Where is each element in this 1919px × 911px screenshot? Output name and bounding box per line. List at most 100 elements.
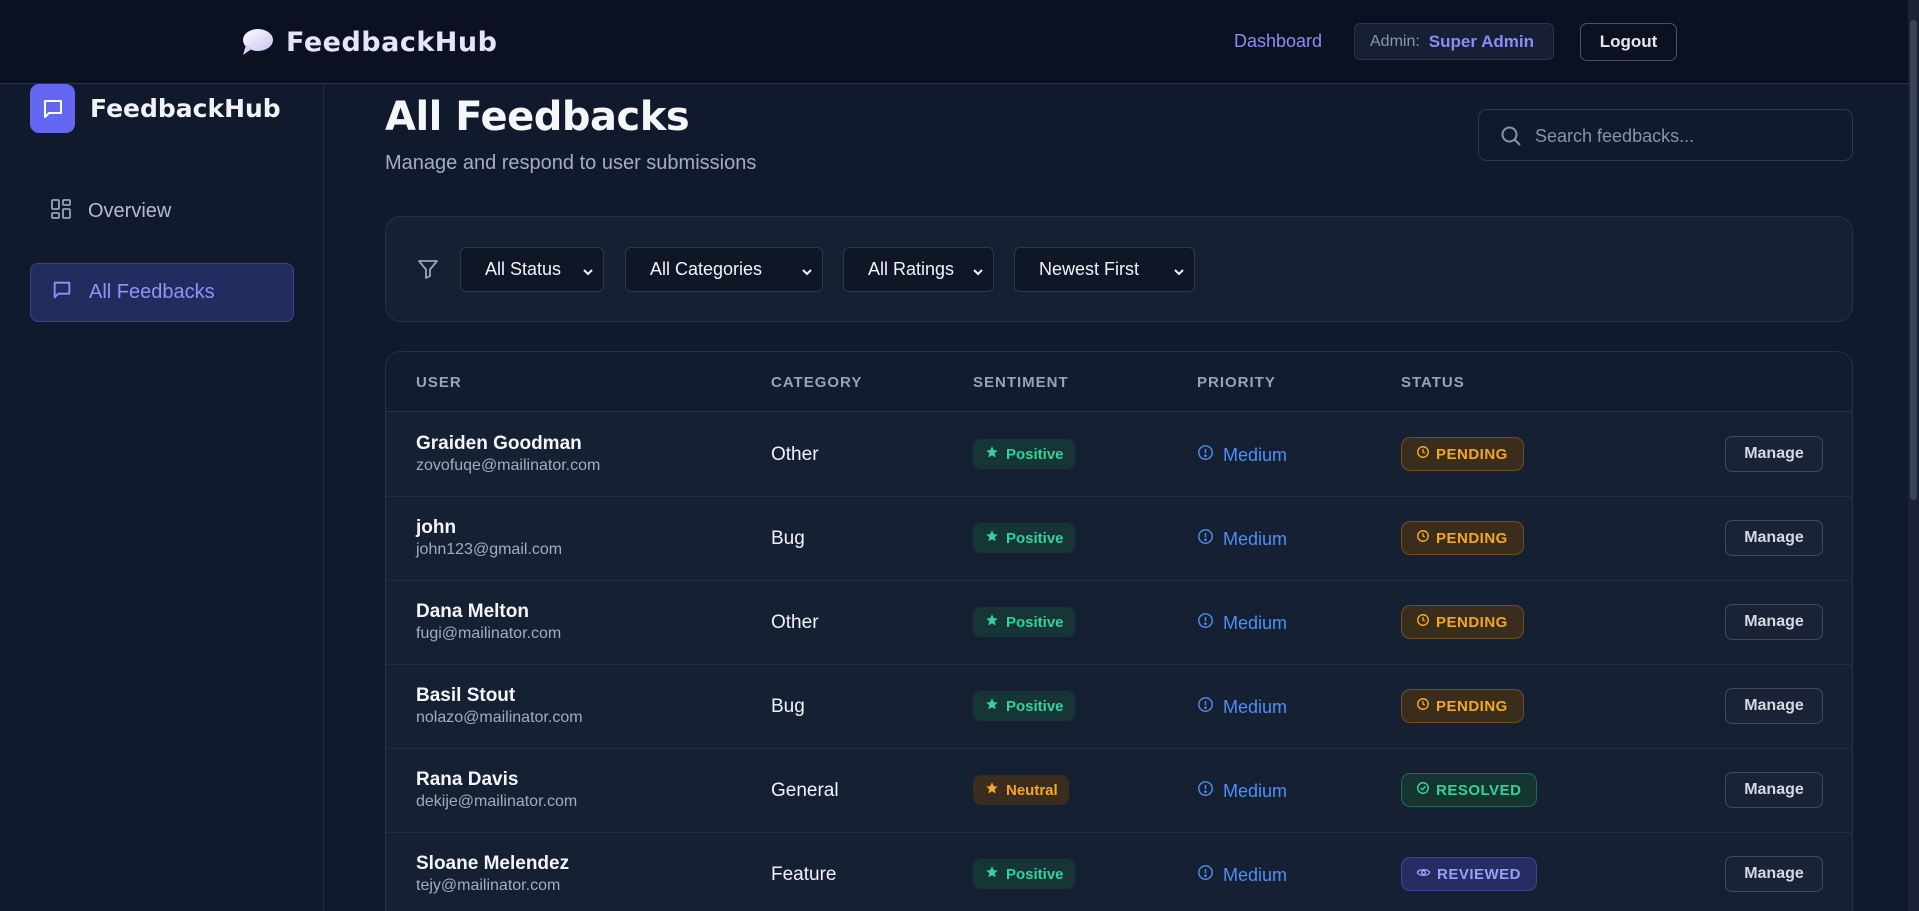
status-badge: REVIEWED xyxy=(1401,857,1538,891)
brand-name: FeedbackHub xyxy=(286,26,498,58)
clock-icon xyxy=(1416,445,1430,463)
sort-select[interactable]: Newest First xyxy=(1014,247,1195,292)
scrollbar-thumb[interactable] xyxy=(1910,20,1917,500)
chevron-down-icon xyxy=(581,263,595,284)
manage-button[interactable]: Manage xyxy=(1725,436,1823,472)
star-icon xyxy=(985,613,999,631)
manage-button[interactable]: Manage xyxy=(1725,688,1823,724)
rating-filter-value: All Ratings xyxy=(868,259,955,279)
sentiment-badge: Positive xyxy=(973,607,1075,637)
priority-label: Medium xyxy=(1223,528,1288,549)
page-scrollbar[interactable] xyxy=(1908,0,1919,911)
star-icon xyxy=(985,445,999,463)
manage-button[interactable]: Manage xyxy=(1725,856,1823,892)
user-email: fugi@mailinator.com xyxy=(416,625,562,642)
status-label: PENDING xyxy=(1436,445,1508,463)
sidebar-logo-icon xyxy=(30,84,75,133)
user-name: Rana Davis xyxy=(416,769,519,790)
sentiment-label: Positive xyxy=(1006,529,1064,547)
status-badge: RESOLVED xyxy=(1401,773,1538,807)
feedback-table: USER CATEGORY SENTIMENT PRIORITY STATUS … xyxy=(385,351,1853,911)
category-filter-select[interactable]: All Categories xyxy=(625,247,823,292)
star-icon xyxy=(985,781,999,799)
status-label: PENDING xyxy=(1436,697,1508,715)
sidebar-item-all-feedbacks[interactable]: All Feedbacks xyxy=(30,263,294,322)
status-label: PENDING xyxy=(1436,613,1508,631)
user-name: Sloane Melendez xyxy=(416,853,570,874)
column-header-category: CATEGORY xyxy=(771,374,863,391)
sidebar-brand: FeedbackHub xyxy=(90,94,281,123)
brand-logo-link[interactable]: FeedbackHub xyxy=(240,24,497,60)
user-email: dekije@mailinator.com xyxy=(416,793,578,810)
priority-indicator: Medium xyxy=(1197,528,1287,550)
table-row: Graiden Goodman zovofuqe@mailinator.com Ot… xyxy=(386,413,1852,497)
manage-button[interactable]: Manage xyxy=(1725,604,1823,640)
filter-icon xyxy=(416,257,440,286)
category-filter-value: All Categories xyxy=(650,259,763,279)
alert-circle-icon xyxy=(1197,696,1214,718)
status-badge: PENDING xyxy=(1401,689,1524,723)
column-header-priority: PRIORITY xyxy=(1197,374,1276,391)
priority-indicator: Medium xyxy=(1197,612,1287,634)
nav-dashboard-link[interactable]: Dashboard xyxy=(1234,31,1322,52)
sentiment-label: Positive xyxy=(1006,865,1064,883)
star-icon xyxy=(985,529,999,547)
table-row: john john123@gmail.com Bug Positive Medium PE… xyxy=(386,497,1852,581)
manage-button[interactable]: Manage xyxy=(1725,772,1823,808)
priority-indicator: Medium xyxy=(1197,780,1287,802)
rating-filter-select[interactable]: All Ratings xyxy=(843,247,994,292)
user-email: john123@gmail.com xyxy=(416,541,563,558)
sentiment-label: Positive xyxy=(1006,613,1064,631)
check-circle-icon xyxy=(1416,781,1430,799)
priority-label: Medium xyxy=(1223,696,1288,717)
priority-label: Medium xyxy=(1223,780,1288,801)
user-name: john xyxy=(416,517,457,538)
chevron-down-icon xyxy=(971,263,985,284)
sentiment-label: Positive xyxy=(1006,697,1064,715)
priority-label: Medium xyxy=(1223,444,1288,465)
priority-indicator: Medium xyxy=(1197,864,1287,886)
table-row: Sloane Melendez tejy@mailinator.com Featur… xyxy=(386,833,1852,911)
alert-circle-icon xyxy=(1197,780,1214,802)
admin-badge: Admin: Super Admin xyxy=(1354,23,1554,60)
search-box[interactable] xyxy=(1478,109,1853,161)
alert-circle-icon xyxy=(1197,864,1214,886)
admin-label: Admin: xyxy=(1370,32,1420,50)
user-email: tejy@mailinator.com xyxy=(416,877,561,894)
sidebar-item-overview[interactable]: Overview xyxy=(30,182,294,241)
table-header: USER CATEGORY SENTIMENT PRIORITY STATUS xyxy=(386,352,1852,412)
grid-icon xyxy=(50,198,72,226)
user-name: Graiden Goodman xyxy=(416,433,582,454)
chevron-down-icon xyxy=(800,263,814,284)
search-input[interactable] xyxy=(1535,122,1835,150)
table-row: Dana Melton fugi@mailinator.com Other Posit… xyxy=(386,581,1852,665)
sentiment-label: Positive xyxy=(1006,445,1064,463)
user-name: Dana Melton xyxy=(416,601,529,622)
eye-icon xyxy=(1416,865,1431,884)
top-navbar: FeedbackHub Dashboard Admin: Super Admin… xyxy=(0,0,1919,84)
sentiment-badge: Positive xyxy=(973,691,1075,721)
status-filter-select[interactable]: All Status xyxy=(460,247,604,292)
sentiment-badge: Positive xyxy=(973,523,1075,553)
status-label: REVIEWED xyxy=(1437,865,1522,883)
table-row: Basil Stout nolazo@mailinator.com Bug Posit… xyxy=(386,665,1852,749)
star-icon xyxy=(985,697,999,715)
status-badge: PENDING xyxy=(1401,605,1524,639)
column-header-sentiment: SENTIMENT xyxy=(973,374,1069,391)
category-value: Bug xyxy=(771,528,805,549)
sentiment-label: Neutral xyxy=(1006,781,1058,799)
logout-button[interactable]: Logout xyxy=(1580,23,1677,61)
status-label: RESOLVED xyxy=(1436,781,1522,799)
priority-label: Medium xyxy=(1223,612,1288,633)
sentiment-badge: Neutral xyxy=(973,775,1069,805)
sentiment-badge: Positive xyxy=(973,439,1075,469)
status-badge: PENDING xyxy=(1401,437,1524,471)
star-icon xyxy=(985,865,999,883)
admin-name: Super Admin xyxy=(1428,31,1534,51)
sidebar-item-label: All Feedbacks xyxy=(89,281,215,303)
alert-circle-icon xyxy=(1197,444,1214,466)
chevron-down-icon xyxy=(1172,263,1186,284)
manage-button[interactable]: Manage xyxy=(1725,520,1823,556)
page-subtitle: Manage and respond to user submissions xyxy=(385,152,757,174)
status-filter-value: All Status xyxy=(485,259,562,279)
